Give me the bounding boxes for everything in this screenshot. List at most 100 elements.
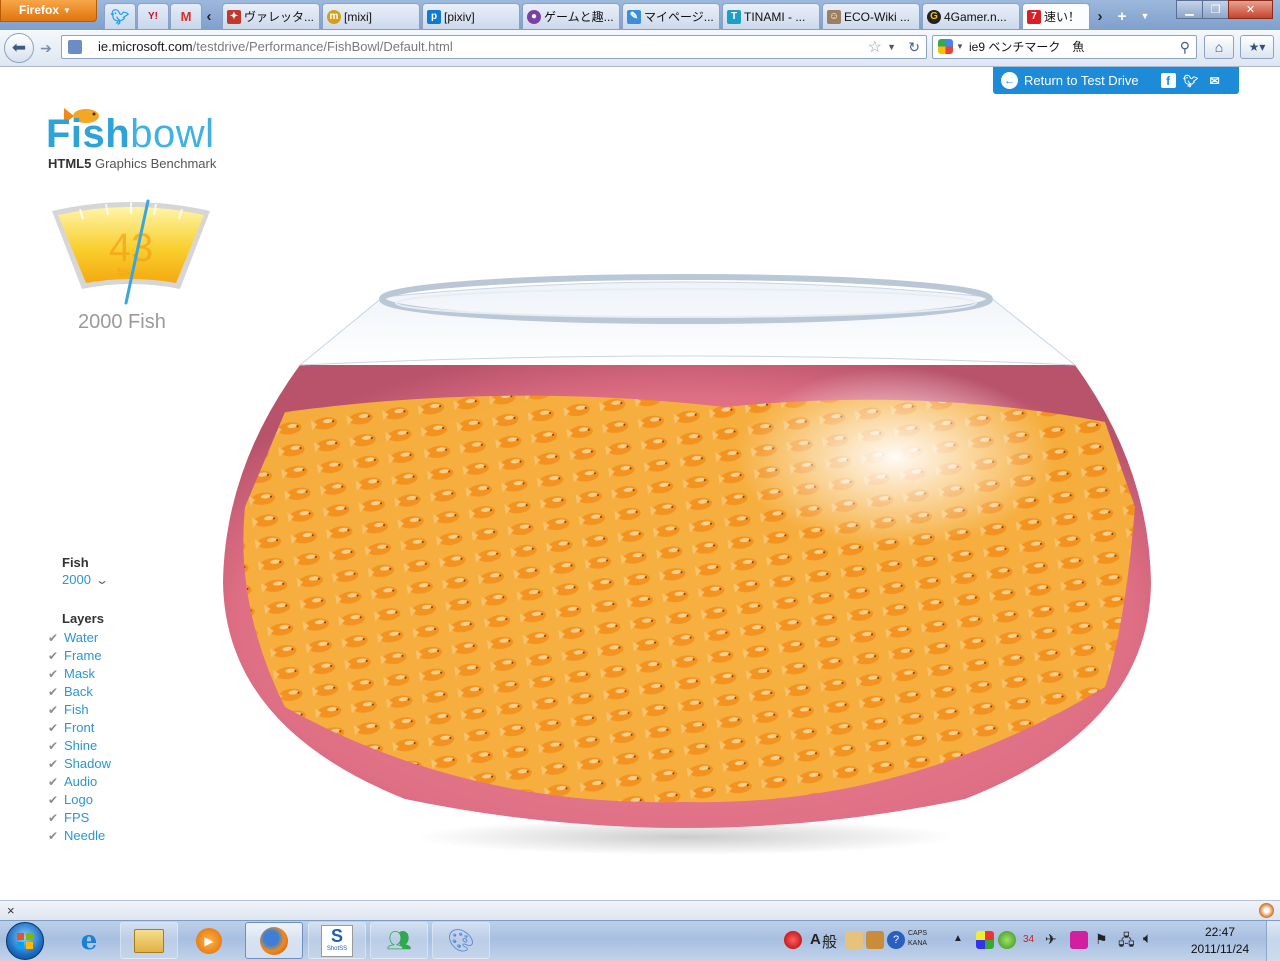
layer-toggle-logo[interactable]: ✔ Logo [48,791,111,809]
tab-favicon: ✦ [227,9,241,24]
tab-0[interactable]: ✦ ヴァレッタ... [222,3,320,29]
layer-toggle-front[interactable]: ✔ Front [48,719,111,737]
email-icon[interactable]: ✉ [1206,72,1224,89]
taskbar-media-player-button[interactable]: ▶ [180,922,238,959]
scroll-tabs-left-button[interactable]: ‹ [199,4,219,28]
flag-icon[interactable]: ⚑ [1095,931,1108,948]
layer-toggle-fish[interactable]: ✔ Fish [48,701,111,719]
checkmark-icon: ✔ [48,703,59,717]
logo-title-bold: Fish [46,112,131,156]
maximize-button[interactable]: ❐ [1202,0,1229,19]
layer-toggle-mask[interactable]: ✔ Mask [48,665,111,683]
clock-date[interactable]: 2011/11/24 [1175,942,1265,956]
reload-icon[interactable]: ↻ [908,36,920,58]
layer-label: Shadow [64,756,111,771]
test-drive-bar: ← Return to Test Drive f 🐦︎ ✉ [993,67,1239,94]
engine-dropdown-icon[interactable]: ▼ [956,36,964,58]
tab-1[interactable]: m [mixi] [322,3,420,29]
tab-3[interactable]: ● ゲームと趣... [522,3,620,29]
tray-app-icon[interactable] [976,931,994,949]
start-button[interactable] [6,922,44,960]
facebook-icon[interactable]: f [1160,73,1176,88]
new-tab-button[interactable]: + [1112,4,1132,28]
ime-tools-icon[interactable] [866,931,884,949]
forward-button[interactable]: ➔ [35,38,57,58]
ime-mode-indicator[interactable]: A [810,931,821,948]
address-bar[interactable]: ie.microsoft.com/testdrive/Performance/F… [61,35,927,59]
close-window-button[interactable]: ✕ [1228,0,1273,19]
taskbar-firefox-button[interactable] [245,922,303,959]
windows-logo-icon [17,933,33,949]
clock-time[interactable]: 22:47 [1175,925,1265,939]
app-tab-yahoo[interactable]: Y! [137,3,169,29]
kana-label: KANA [908,940,928,947]
network-icon[interactable]: 🖧︎ [1118,930,1135,955]
layer-toggle-audio[interactable]: ✔ Audio [48,773,111,791]
back-button[interactable]: ⬅ [4,33,34,63]
tray-counter[interactable]: 34 [1023,934,1034,945]
show-hidden-icons-button[interactable]: ▲ [953,933,963,944]
google-icon[interactable] [938,39,953,54]
layer-toggle-shadow[interactable]: ✔ Shadow [48,755,111,773]
layer-toggle-water[interactable]: ✔ Water [48,629,111,647]
return-to-test-drive-link[interactable]: Return to Test Drive [1024,73,1139,88]
volume-icon[interactable]: 🔈︎ [1143,930,1152,947]
minimize-button[interactable]: ▁ [1176,0,1203,19]
search-input[interactable]: ie9 ベンチマーク 魚 [969,36,1084,58]
url-text[interactable]: ie.microsoft.com/testdrive/Performance/F… [98,36,453,58]
app-tab-gmail[interactable]: M [170,3,202,29]
firefox-menu-button[interactable]: Firefox ▼ [0,0,97,22]
layer-toggle-back[interactable]: ✔ Back [48,683,111,701]
taskbar-messenger-button[interactable]: 👥︎ [370,922,428,959]
site-identity-icon[interactable] [68,40,82,54]
shotss-label: ShotSS [326,945,348,952]
tray-notification-icon[interactable] [784,931,802,949]
fish-count-select[interactable]: 2000 ⌄ [62,572,109,587]
history-dropdown-icon[interactable]: ▼ [887,36,896,58]
addon-icon[interactable] [1259,903,1274,918]
twitter-icon[interactable]: 🐦︎ [1182,72,1200,89]
airplane-icon[interactable]: ✈ [1045,931,1057,948]
search-bar[interactable]: ▼ ie9 ベンチマーク 魚 ⚲ [932,35,1197,59]
layer-label: Front [64,720,95,735]
magnifier-icon[interactable]: ⚲ [1180,36,1190,58]
tab-2[interactable]: p [pixiv] [422,3,520,29]
fish-count-display: 2000 Fish [78,311,166,333]
taskbar-explorer-button[interactable] [120,922,178,959]
tab-7[interactable]: G 4Gamer.n... [922,3,1020,29]
checkmark-icon: ✔ [48,739,59,753]
app-tab-twitter[interactable]: 🐦︎ [104,3,136,29]
home-button[interactable]: ⌂ [1204,35,1234,59]
page-content: ← Return to Test Drive f 🐦︎ ✉ Fishbowl H… [0,67,1280,900]
show-desktop-button[interactable] [1266,921,1280,961]
ime-conversion-indicator[interactable]: 般 [822,931,837,952]
tab-5[interactable]: T TINAMI - ... [722,3,820,29]
scroll-tabs-right-button[interactable]: › [1090,4,1110,28]
layer-toggle-fps[interactable]: ✔ FPS [48,809,111,827]
close-add-on-bar-button[interactable]: × [7,901,15,920]
layer-toggle-needle[interactable]: ✔ Needle [48,827,111,845]
firefox-icon [260,926,288,955]
media-player-icon: ▶ [196,927,222,954]
layer-toggle-shine[interactable]: ✔ Shine [48,737,111,755]
layer-toggle-frame[interactable]: ✔ Frame [48,647,111,665]
caps-kana-indicator: CAPS KANA [908,929,927,949]
tab-4[interactable]: ✎ マイページ... [622,3,720,29]
help-icon[interactable]: ? [887,931,905,949]
layers-list: ✔ Water ✔ Frame ✔ Mask ✔ Back ✔ Fish ✔ Front ✔… [48,629,111,845]
bookmarks-menu-button[interactable]: ★▾ [1240,35,1274,59]
tray-green-icon[interactable] [998,931,1016,949]
tab-title: 速い！ [1044,10,1081,24]
layer-label: Shine [64,738,98,753]
tab-8-active[interactable]: 7 速い！ [1022,3,1090,29]
return-arrow-icon[interactable]: ← [1001,72,1018,89]
taskbar-paint-button[interactable]: 🎨︎ [432,922,490,959]
tab-6[interactable]: ☺ ECO-Wiki ... [822,3,920,29]
tray-pink-icon[interactable] [1070,931,1088,949]
taskbar-ie-button[interactable]: e [60,922,118,959]
ime-dictionary-icon[interactable] [845,931,863,949]
layer-label: Audio [64,774,98,789]
bookmark-star-icon[interactable]: ☆ [868,37,882,59]
taskbar-shotss-button[interactable]: S ShotSS [308,922,366,959]
list-all-tabs-button[interactable]: ▼ [1135,4,1155,28]
